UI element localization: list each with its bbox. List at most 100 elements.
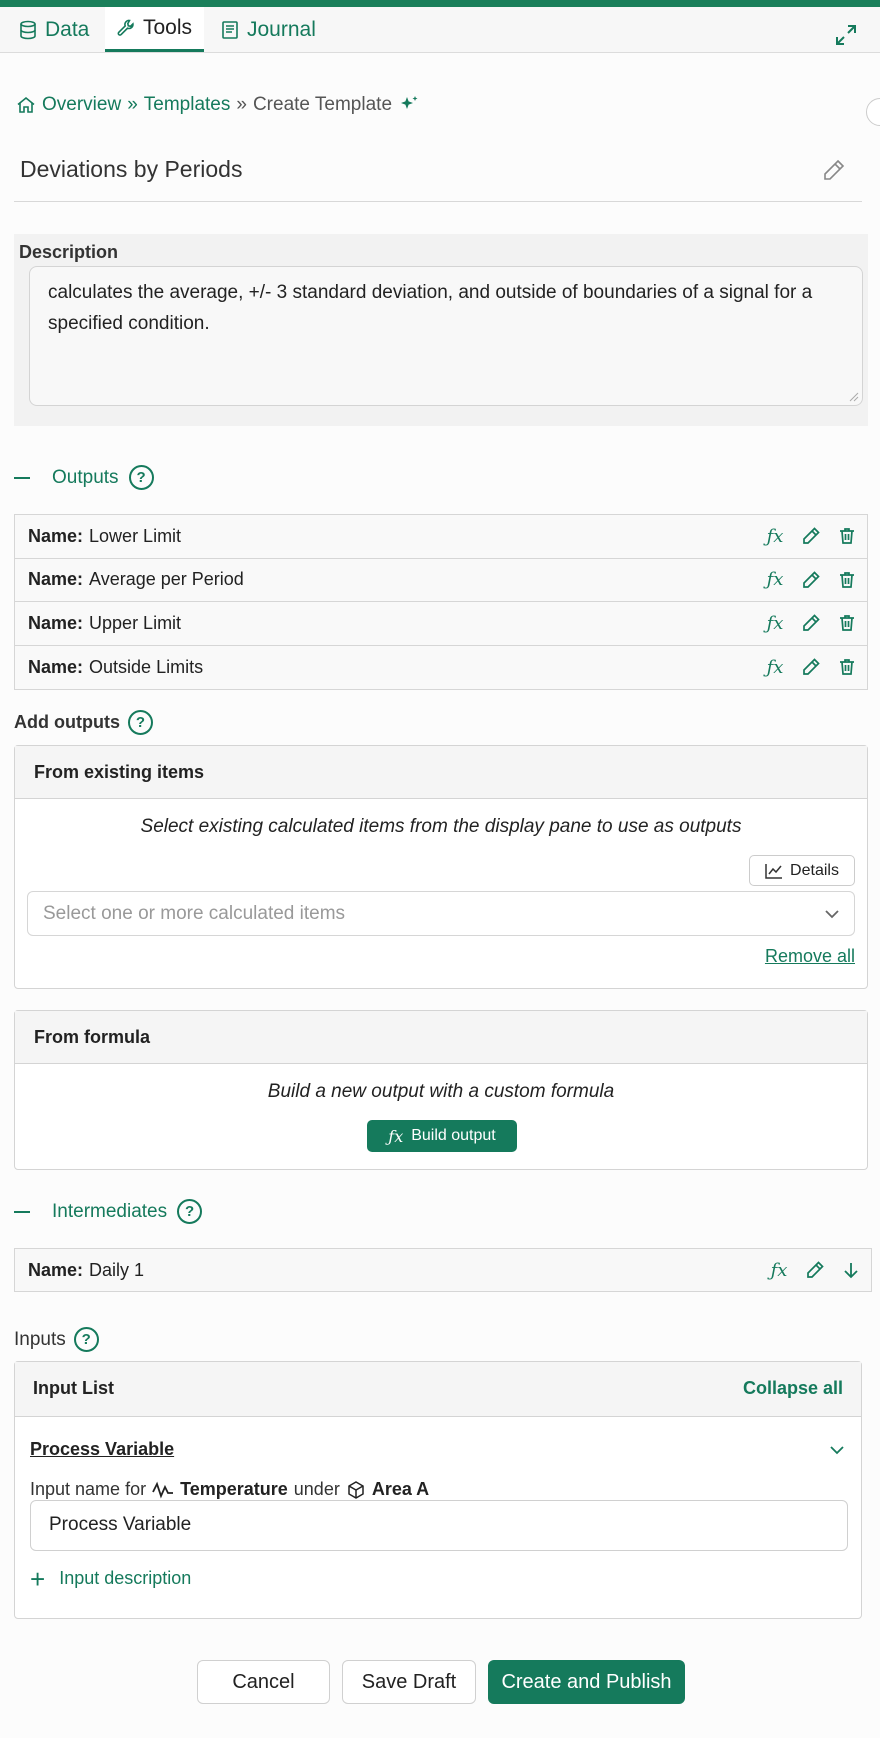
resize-grip-icon[interactable]	[847, 390, 859, 402]
output-row: Name: Upper Limit ƒx	[15, 602, 867, 646]
collapse-all-link[interactable]: Collapse all	[743, 1378, 843, 1399]
outputs-section-toggle[interactable]: Outputs ?	[14, 465, 154, 490]
input-list-header: Input List Collapse all	[15, 1362, 861, 1417]
breadcrumb-templates[interactable]: Templates	[144, 94, 231, 116]
side-panel-toggle[interactable]	[866, 98, 880, 126]
chevron-down-icon[interactable]	[827, 1440, 847, 1460]
tab-tools[interactable]: Tools	[105, 7, 204, 52]
name-prefix: Name:	[28, 1259, 84, 1280]
home-icon[interactable]	[16, 95, 36, 115]
from-formula-title: From formula	[15, 1011, 867, 1064]
help-icon[interactable]: ?	[177, 1199, 203, 1224]
tab-tools-label: Tools	[143, 16, 193, 39]
trash-icon[interactable]	[837, 570, 857, 590]
intermediates-heading: Intermediates	[52, 1200, 168, 1222]
from-formula-subtitle: Build a new output with a custom formula	[267, 1081, 615, 1102]
pencil-icon[interactable]	[822, 158, 846, 182]
arrow-down-icon[interactable]	[841, 1260, 861, 1280]
name-prefix: Name:	[28, 656, 84, 677]
outputs-list: Name: Lower Limit ƒx Name: Average per P…	[14, 514, 868, 690]
inputs-label: Inputs ?	[14, 1327, 99, 1352]
breadcrumb-separator: »	[236, 94, 247, 115]
breadcrumb-separator: »	[127, 94, 138, 115]
tab-data[interactable]: Data	[18, 7, 90, 52]
signal-name: Temperature	[180, 1479, 288, 1499]
formula-icon[interactable]: ƒx	[765, 613, 785, 634]
input-for-prefix: Input name for	[30, 1479, 147, 1499]
add-outputs-label: Add outputs ?	[14, 710, 153, 735]
sparkle-icon[interactable]	[398, 94, 420, 116]
name-prefix: Name:	[28, 612, 84, 633]
chart-icon	[765, 863, 783, 879]
asset-name: Area A	[371, 1479, 430, 1499]
pencil-icon[interactable]	[801, 526, 821, 546]
collapse-minus-icon	[14, 476, 30, 479]
save-draft-button[interactable]: Save Draft	[342, 1660, 476, 1704]
output-name: Average per Period	[89, 569, 244, 590]
help-icon[interactable]: ?	[128, 465, 154, 490]
build-output-label: Build output	[411, 1127, 496, 1144]
formula-icon[interactable]: ƒx	[765, 569, 785, 590]
create-and-publish-button[interactable]: Create and Publish	[488, 1660, 685, 1704]
calculated-items-select[interactable]: Select one or more calculated items	[27, 891, 855, 936]
intermediates-section-toggle[interactable]: Intermediates ?	[14, 1199, 203, 1224]
top-accent-bar	[0, 0, 880, 7]
input-name-for: Input name for Temperature under Area A	[30, 1479, 429, 1500]
from-existing-title: From existing items	[15, 746, 867, 799]
trash-icon[interactable]	[837, 657, 857, 677]
pencil-icon[interactable]	[801, 570, 821, 590]
output-row: Name: Outside Limits ƒx	[15, 646, 867, 690]
tab-data-label: Data	[45, 17, 90, 41]
output-row: Name: Lower Limit ƒx	[15, 515, 867, 559]
description-text: calculates the average, +/- 3 standard d…	[48, 282, 813, 334]
remove-all-link[interactable]: Remove all	[765, 946, 855, 967]
collapse-minus-icon	[14, 1210, 30, 1213]
from-formula-card: From formula Build a new output with a c…	[14, 1010, 868, 1170]
output-name: Upper Limit	[89, 612, 182, 633]
tab-bar: Data Tools Journal	[0, 7, 880, 53]
plus-icon: +	[30, 1563, 46, 1594]
formula-icon[interactable]: ƒx	[765, 657, 785, 678]
input-item-title[interactable]: Process Variable	[30, 1439, 174, 1460]
pencil-icon[interactable]	[801, 613, 821, 633]
formula-icon: ƒx	[388, 1126, 404, 1146]
name-prefix: Name:	[28, 569, 84, 590]
help-icon[interactable]: ?	[73, 1327, 99, 1352]
pencil-icon[interactable]	[805, 1260, 825, 1280]
output-row: Name: Average per Period ƒx	[15, 559, 867, 602]
input-list-card: Input List Collapse all Process Variable…	[14, 1361, 862, 1619]
journal-icon	[222, 20, 238, 39]
formula-icon[interactable]: ƒx	[765, 526, 785, 547]
description-panel: Description calculates the average, +/- …	[14, 234, 868, 426]
wrench-icon	[117, 19, 134, 36]
under-text: under	[293, 1479, 340, 1499]
expand-icon[interactable]	[834, 23, 858, 47]
chevron-down-icon	[825, 910, 839, 919]
signal-icon	[152, 1481, 174, 1498]
add-input-description[interactable]: + Input description	[30, 1563, 191, 1594]
output-name: Outside Limits	[89, 656, 204, 677]
build-output-button[interactable]: ƒx Build output	[367, 1120, 517, 1152]
cancel-button[interactable]: Cancel	[197, 1660, 330, 1704]
select-placeholder: Select one or more calculated items	[43, 903, 346, 924]
breadcrumb: Overview » Templates » Create Template	[16, 94, 420, 116]
inputs-text: Inputs	[14, 1328, 66, 1350]
from-existing-card: From existing items Select existing calc…	[14, 745, 868, 989]
details-button[interactable]: Details	[749, 855, 855, 886]
database-icon	[20, 20, 36, 39]
tab-journal-label: Journal	[247, 17, 316, 41]
breadcrumb-overview[interactable]: Overview	[42, 94, 121, 116]
add-outputs-text: Add outputs	[14, 712, 120, 732]
description-textarea[interactable]: calculates the average, +/- 3 standard d…	[29, 266, 863, 406]
template-title-row: Deviations by Periods	[14, 150, 862, 202]
output-name: Lower Limit	[89, 525, 182, 546]
tab-journal[interactable]: Journal	[220, 7, 330, 52]
formula-icon[interactable]: ƒx	[769, 1260, 789, 1281]
help-icon[interactable]: ?	[127, 710, 153, 735]
pencil-icon[interactable]	[801, 657, 821, 677]
description-label: Description	[19, 242, 119, 262]
details-label: Details	[790, 861, 839, 879]
trash-icon[interactable]	[837, 526, 857, 546]
input-name-field[interactable]: Process Variable	[30, 1500, 848, 1551]
trash-icon[interactable]	[837, 613, 857, 633]
